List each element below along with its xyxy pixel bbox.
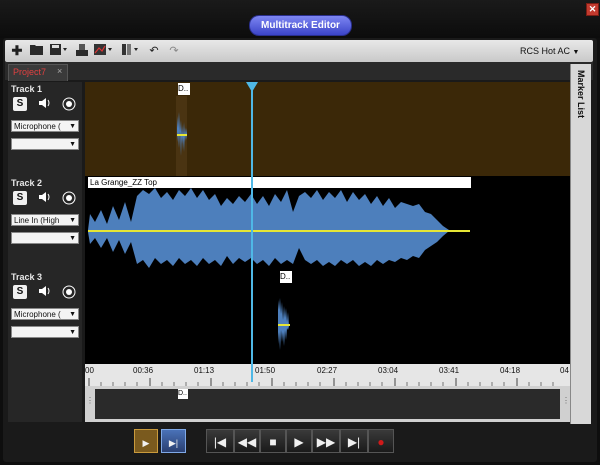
rewind-button[interactable]: ◀◀ <box>234 429 260 453</box>
skip-end-icon: ▶| <box>347 435 361 449</box>
save-icon[interactable] <box>49 44 69 58</box>
play-selection-icon: ▶| <box>168 438 179 448</box>
speaker-icon[interactable] <box>38 285 52 299</box>
playhead-line[interactable] <box>251 82 253 382</box>
record-button[interactable]: ● <box>368 429 394 453</box>
go-to-end-button[interactable]: ▶| <box>340 429 368 453</box>
play-button[interactable]: ▶ <box>286 429 312 453</box>
track-input-select[interactable]: Microphone ( ▼ <box>11 120 79 132</box>
record-icon[interactable] <box>62 191 76 205</box>
fast-forward-button[interactable]: ▶▶ <box>312 429 340 453</box>
toolbar: ✚ ↶ ↷ RCS Hot AC ▼ <box>5 40 593 62</box>
solo-button[interactable]: S <box>13 191 27 205</box>
track-header-1: Track 1 S Microphone ( ▼ ▼ <box>8 82 82 176</box>
ruler-ticks <box>88 378 554 386</box>
track-name: Track 3 <box>11 272 43 282</box>
chevron-down-icon: ▼ <box>69 311 76 318</box>
track-output-select[interactable]: ▼ <box>11 326 79 338</box>
rewind-icon: ◀◀ <box>237 435 257 449</box>
close-button[interactable]: ✕ <box>586 3 599 16</box>
track-lane-3[interactable]: D.. <box>85 270 570 364</box>
chevron-down-icon: ▼ <box>69 217 76 224</box>
open-folder-icon[interactable] <box>29 44 43 58</box>
go-to-start-button[interactable]: |◀ <box>206 429 234 453</box>
chevron-down-icon: ▼ <box>69 123 76 130</box>
overview-right-handle[interactable]: ⋮ <box>562 396 570 410</box>
chart-icon[interactable] <box>93 44 115 58</box>
track-name: Track 1 <box>11 84 43 94</box>
tab-project-label: Project7 <box>13 67 47 77</box>
chevron-down-icon: ▼ <box>572 49 580 56</box>
solo-button[interactable]: S <box>13 285 27 299</box>
timeline-ruler[interactable]: 00 00:36 01:13 01:50 02:27 03:04 03:41 0… <box>85 364 570 386</box>
play-clip-button[interactable]: ▶ <box>134 429 158 453</box>
track-header-2: Track 2 S Line In (High ▼ ▼ <box>8 176 82 270</box>
redo-icon[interactable]: ↷ <box>168 44 180 58</box>
track-header-empty <box>8 364 82 422</box>
record-icon[interactable] <box>62 97 76 111</box>
speaker-icon[interactable] <box>38 191 52 205</box>
waveform <box>88 188 470 268</box>
tab-project[interactable]: Project7 × <box>8 64 68 81</box>
clip-label[interactable]: D.. <box>280 271 292 283</box>
undo-icon[interactable]: ↶ <box>148 44 160 58</box>
play-icon: ▶ <box>142 438 150 448</box>
solo-button[interactable]: S <box>13 97 27 111</box>
skip-start-icon: |◀ <box>213 435 227 449</box>
tab-bar <box>5 62 593 80</box>
overview-clip-label: D.. <box>178 389 188 399</box>
track-input-select[interactable]: Line In (High ▼ <box>11 214 79 226</box>
track-lane-2[interactable]: La Grange_ZZ Top <box>85 176 570 270</box>
tab-close-icon[interactable]: × <box>57 66 62 76</box>
layout-icon[interactable] <box>121 44 141 58</box>
chevron-down-icon: ▼ <box>69 235 76 242</box>
fast-forward-icon: ▶▶ <box>316 435 336 449</box>
track-name: Track 2 <box>11 178 43 188</box>
track-output-select[interactable]: ▼ <box>11 138 79 150</box>
mixer-icon[interactable] <box>75 44 89 58</box>
preset-dropdown[interactable]: RCS Hot AC ▼ <box>520 44 579 60</box>
track-input-value: Microphone ( <box>14 122 61 131</box>
playhead-handle[interactable] <box>246 82 258 92</box>
track-input-value: Microphone ( <box>14 310 61 319</box>
window-title: Multitrack Editor <box>249 15 352 36</box>
chevron-down-icon: ▼ <box>69 329 76 336</box>
record-icon: ● <box>377 435 385 449</box>
overview-window[interactable]: D.. <box>95 389 560 419</box>
overview-left-handle[interactable]: ⋮ <box>86 396 94 410</box>
play-selection-button[interactable]: ▶| <box>161 429 186 453</box>
clip-label[interactable]: D.. <box>178 83 190 95</box>
track-input-select[interactable]: Microphone ( ▼ <box>11 308 79 320</box>
speaker-icon[interactable] <box>38 97 52 111</box>
add-icon[interactable]: ✚ <box>11 44 23 58</box>
stop-button[interactable]: ■ <box>260 429 286 453</box>
chevron-down-icon: ▼ <box>69 141 76 148</box>
play-icon: ▶ <box>294 435 304 449</box>
stop-icon: ■ <box>269 435 277 449</box>
track-output-select[interactable]: ▼ <box>11 232 79 244</box>
record-icon[interactable] <box>62 285 76 299</box>
marker-list-tab[interactable]: Marker List <box>574 70 586 130</box>
track-input-value: Line In (High <box>14 216 60 225</box>
track-header-3: Track 3 S Microphone ( ▼ ▼ <box>8 270 82 364</box>
track-lane-1[interactable]: D.. <box>85 82 570 176</box>
preset-label: RCS Hot AC <box>520 46 571 56</box>
